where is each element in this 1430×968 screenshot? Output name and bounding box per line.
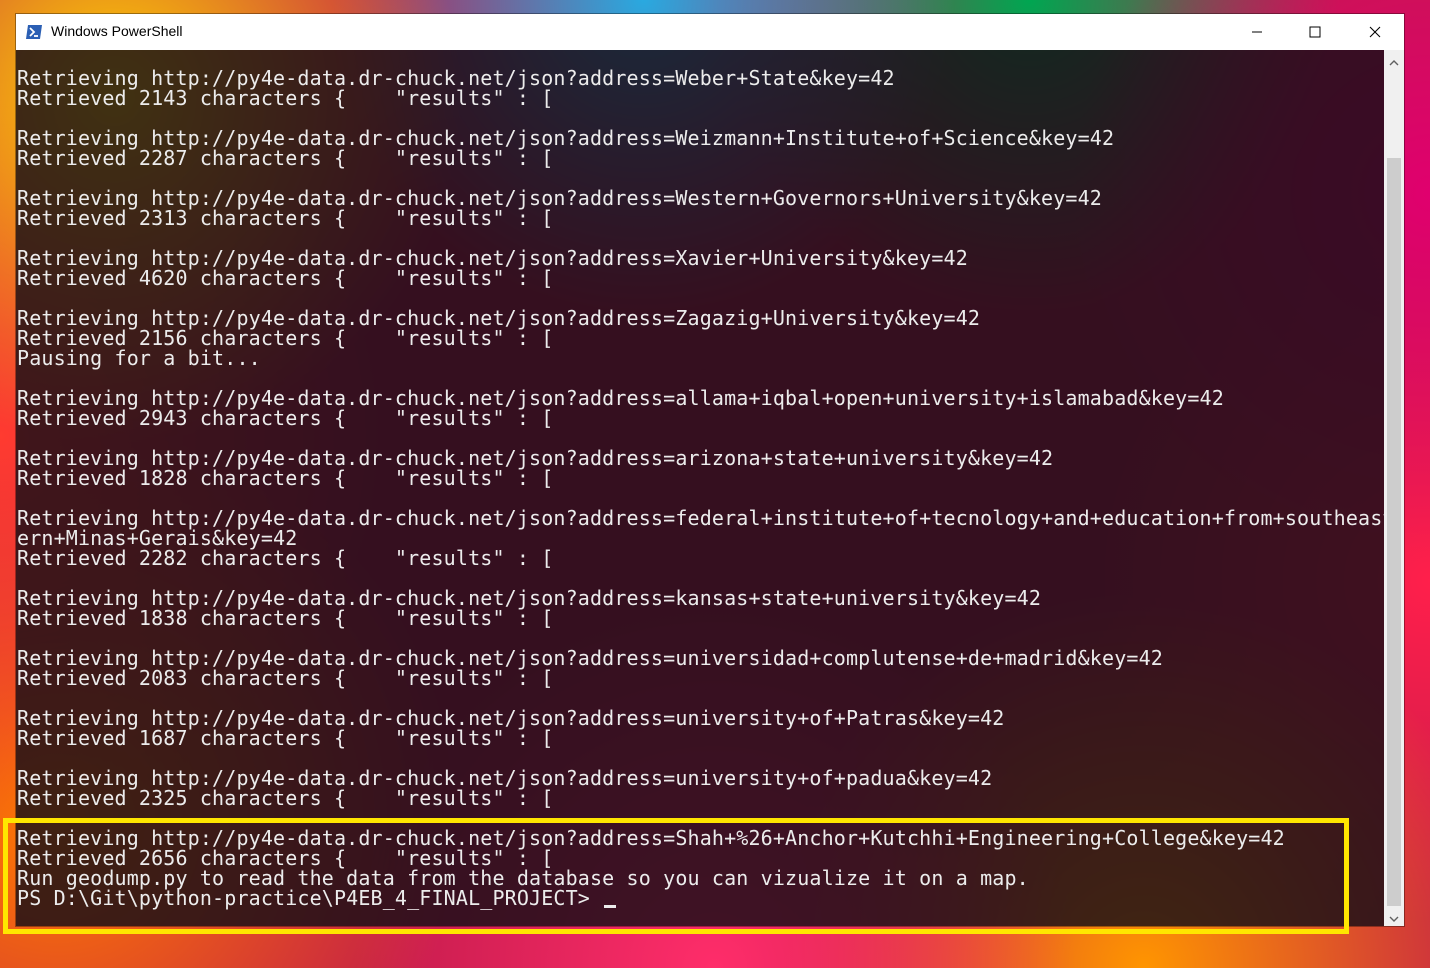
console-line: Retrieving http://py4e-data.dr-chuck.net… (17, 66, 895, 90)
maximize-button[interactable] (1286, 14, 1344, 50)
title-bar[interactable]: Windows PowerShell (16, 14, 1404, 50)
console-line: Retrieving http://py4e-data.dr-chuck.net… (17, 586, 1042, 610)
console-line: Pausing for a bit... (17, 346, 261, 370)
scroll-up-button[interactable] (1384, 50, 1404, 70)
console-line: Retrieved 1828 characters { "results" : … (17, 466, 554, 490)
highlight-box (3, 818, 1349, 934)
console-line: Retrieving http://py4e-data.dr-chuck.net… (17, 446, 1054, 470)
console-line: Retrieving http://py4e-data.dr-chuck.net… (17, 646, 1163, 670)
scroll-down-arrow-icon (1389, 907, 1399, 926)
minimize-button[interactable] (1228, 14, 1286, 50)
scroll-down-button[interactable] (1384, 906, 1404, 926)
console-line: ern+Minas+Gerais&key=42 (17, 526, 298, 550)
minimize-icon (1251, 23, 1263, 42)
console-line: Retrieving http://py4e-data.dr-chuck.net… (17, 706, 1005, 730)
console-line: Retrieved 2943 characters { "results" : … (17, 406, 554, 430)
console-line: Retrieving http://py4e-data.dr-chuck.net… (17, 186, 1102, 210)
console-line: Retrieved 2156 characters { "results" : … (17, 326, 554, 350)
console-line: Retrieved 2287 characters { "results" : … (17, 146, 554, 170)
console-line: Retrieved 1687 characters { "results" : … (17, 726, 554, 750)
console-lines: Retrieving http://py4e-data.dr-chuck.net… (17, 68, 1384, 908)
console-line: Retrieved 2143 characters { "results" : … (17, 86, 554, 110)
console-line: Retrieved 2083 characters { "results" : … (17, 666, 554, 690)
console-line: Retrieving http://py4e-data.dr-chuck.net… (17, 126, 1115, 150)
console-line: Retrieved 4620 characters { "results" : … (17, 266, 554, 290)
console-line: Retrieving http://py4e-data.dr-chuck.net… (17, 766, 993, 790)
console-line: Retrieved 2325 characters { "results" : … (17, 786, 554, 810)
console-line: Retrieved 2313 characters { "results" : … (17, 206, 554, 230)
maximize-icon (1309, 23, 1321, 42)
vertical-scrollbar[interactable] (1384, 50, 1404, 926)
powershell-icon (25, 24, 43, 40)
window-title: Windows PowerShell (51, 23, 183, 39)
scrollbar-thumb[interactable] (1387, 158, 1401, 906)
close-button[interactable] (1346, 14, 1404, 50)
console-line: Retrieved 2282 characters { "results" : … (17, 546, 554, 570)
console-output[interactable]: Retrieving http://py4e-data.dr-chuck.net… (16, 50, 1384, 926)
console-line: Retrieving http://py4e-data.dr-chuck.net… (17, 386, 1224, 410)
powershell-window: Windows PowerShell Retrieving http://py4… (16, 14, 1404, 926)
console-line: Retrieving http://py4e-data.dr-chuck.net… (17, 246, 968, 270)
console-line: Retrieving http://py4e-data.dr-chuck.net… (17, 506, 1384, 530)
console-line: Retrieved 1838 characters { "results" : … (17, 606, 554, 630)
scroll-up-arrow-icon (1389, 51, 1399, 70)
close-icon (1369, 23, 1381, 42)
console-line: Retrieving http://py4e-data.dr-chuck.net… (17, 306, 981, 330)
